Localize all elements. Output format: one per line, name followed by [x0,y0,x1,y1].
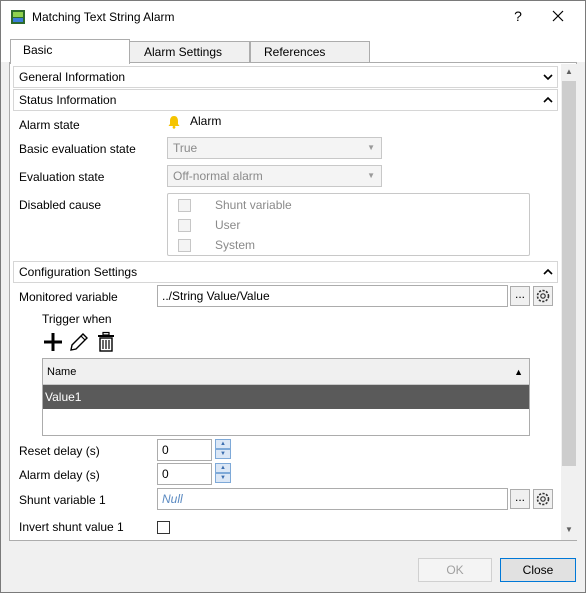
evaluation-state-combo: Off-normal alarm ▼ [167,165,382,187]
shunt-variable-input[interactable]: Null [157,488,508,510]
bell-icon [168,116,180,129]
alarm-state-label: Alarm state [19,118,80,132]
vertical-scrollbar[interactable]: ▲ ▼ [561,64,577,540]
section-title: General Information [19,70,126,84]
invert-shunt-checkbox[interactable] [157,521,170,534]
alarm-delay-spinner[interactable]: ▲ ▼ [215,463,231,483]
alarm-delay-label: Alarm delay (s) [19,468,100,482]
delete-trash-icon[interactable] [95,331,117,353]
monitored-variable-browse-button[interactable]: ... [510,286,530,306]
scroll-down-icon[interactable]: ▼ [561,522,577,538]
window-title: Matching Text String Alarm [32,10,175,24]
trigger-grid: Name ▲ Value1 [42,358,530,436]
close-window-button[interactable] [545,5,571,27]
disabled-cause-label: Disabled cause [19,198,102,212]
edit-pencil-icon[interactable] [68,331,90,353]
basic-evaluation-state-label: Basic evaluation state [19,142,136,156]
alarm-delay-input[interactable]: 0 [157,463,212,485]
spin-up-icon[interactable]: ▲ [215,439,231,449]
spin-up-icon[interactable]: ▲ [215,463,231,473]
trigger-when-label: Trigger when [42,312,112,326]
ok-button[interactable]: OK [418,558,492,582]
section-title: Configuration Settings [19,265,138,279]
basic-evaluation-state-combo: True ▼ [167,137,382,159]
chevron-up-icon [543,268,553,275]
shunt-variable-browse-button[interactable]: ... [510,489,530,509]
section-general-information[interactable]: General Information [13,66,558,88]
section-configuration-settings[interactable]: Configuration Settings [13,261,558,283]
gear-icon[interactable] [533,489,553,509]
reset-delay-spinner[interactable]: ▲ ▼ [215,439,231,459]
tab-basic[interactable]: Basic [10,39,130,64]
monitored-variable-label: Monitored variable [19,290,118,304]
add-icon[interactable] [42,331,64,353]
section-status-information[interactable]: Status Information [13,89,558,111]
column-header-label: Name [47,366,77,378]
scroll-up-icon[interactable]: ▲ [561,64,577,80]
invert-shunt-label: Invert shunt value 1 [19,520,124,534]
tab-strip: Basic Alarm Settings References [1,32,585,64]
system-checkbox [178,239,191,252]
close-button[interactable]: Close [500,558,576,582]
reset-delay-label: Reset delay (s) [19,444,100,458]
tab-content: General Information Status Information A… [9,62,577,541]
dropdown-arrow-icon: ▼ [367,143,375,152]
app-icon [11,10,25,24]
close-icon [552,10,564,22]
spin-down-icon[interactable]: ▼ [215,449,231,459]
chevron-up-icon [543,96,553,103]
title-bar: Matching Text String Alarm ? [1,1,585,32]
monitored-variable-input[interactable]: ../String Value/Value [157,285,508,307]
gear-icon[interactable] [533,286,553,306]
help-button[interactable]: ? [507,5,529,27]
disabled-cause-box: Shunt variable User System [167,193,530,256]
scrollbar-thumb[interactable] [562,81,576,466]
dialog-window: Matching Text String Alarm ? Basic Alarm… [0,0,586,593]
shunt-variable-label: Shunt variable 1 [19,493,106,507]
table-row[interactable]: Value1 [43,385,529,409]
section-title: Status Information [19,93,117,107]
dropdown-arrow-icon: ▼ [367,171,375,180]
user-cause-label: User [215,218,241,232]
grid-header-name[interactable]: Name ▲ [43,359,529,385]
shunt-variable-cause-label: Shunt variable [215,198,292,212]
shunt-variable-checkbox [178,199,191,212]
sort-ascending-icon: ▲ [514,367,523,377]
tab-alarm-settings[interactable]: Alarm Settings [129,41,250,63]
alarm-state-value: Alarm [190,114,222,128]
reset-delay-input[interactable]: 0 [157,439,212,461]
combo-value: Off-normal alarm [173,169,263,183]
combo-value: True [173,141,198,155]
system-cause-label: System [215,238,256,252]
chevron-down-icon [543,74,553,81]
user-checkbox [178,219,191,232]
evaluation-state-label: Evaluation state [19,170,105,184]
tab-references[interactable]: References [250,41,370,63]
spin-down-icon[interactable]: ▼ [215,473,231,483]
